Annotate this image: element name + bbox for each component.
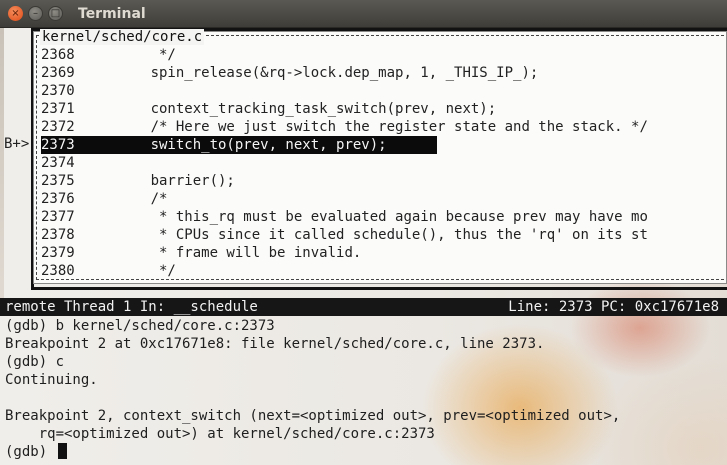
line-code: /* — [74, 191, 168, 207]
line-code: * this_rq must be evaluated again becaus… — [74, 209, 648, 225]
line-number: 2373 — [41, 137, 75, 153]
line-number: 2380 — [41, 263, 75, 279]
line-code: spin_release(&rq->lock.dep_map, 1, _THIS… — [74, 65, 539, 81]
console-line: (gdb) c — [5, 354, 65, 370]
line-number: 2368 — [41, 47, 75, 63]
close-icon[interactable]: × — [8, 6, 23, 21]
line-code: */ — [74, 263, 176, 279]
source-line: 2379 * frame will be invalid. — [41, 244, 727, 262]
console-line: Breakpoint 2, context_switch (next=<opti… — [5, 408, 621, 424]
source-line: 2374 — [41, 154, 727, 172]
terminal-area[interactable]: kernel/sched/core.c B+> 2368 */ 2369 spi… — [0, 28, 727, 465]
source-filename: kernel/sched/core.c — [40, 29, 205, 45]
maximize-icon[interactable]: □ — [48, 6, 63, 21]
source-line: 2372 /* Here we just switch the register… — [41, 118, 727, 136]
current-source-line: 2373 switch_to(prev, next, prev); — [41, 136, 437, 154]
background-strip — [0, 28, 4, 308]
source-line: 2376 /* — [41, 190, 727, 208]
console-prompt-line[interactable]: (gdb) — [5, 443, 67, 461]
line-code: barrier(); — [74, 173, 235, 189]
console-line: Breakpoint 2 at 0xc17671e8: file kernel/… — [5, 336, 545, 352]
line-number: 2372 — [41, 119, 75, 135]
source-line: 2369 spin_release(&rq->lock.dep_map, 1, … — [41, 64, 727, 82]
line-number: 2377 — [41, 209, 75, 225]
line-number: 2379 — [41, 245, 75, 261]
line-code: * CPUs since it called schedule(), thus … — [74, 227, 648, 243]
status-position: Line: 2373 PC: 0xc17671e8 — [508, 299, 719, 315]
source-line: 2375 barrier(); — [41, 172, 727, 190]
status-bar: remote Thread 1 In: __schedule Line: 237… — [0, 298, 727, 316]
line-code: context_tracking_task_switch(prev, next)… — [74, 101, 497, 117]
line-code: */ — [74, 47, 176, 63]
line-code: /* Here we just switch the register stat… — [74, 119, 648, 135]
console-line: (gdb) b kernel/sched/core.c:2373 — [5, 318, 275, 334]
line-number: 2371 — [41, 101, 75, 117]
line-number: 2376 — [41, 191, 75, 207]
console-line: rq=<optimized out>) at kernel/sched/core… — [5, 426, 435, 442]
status-thread: remote Thread 1 In: __schedule — [5, 299, 258, 315]
window-title: Terminal — [78, 5, 146, 22]
breakpoint-marker: B+> — [4, 136, 30, 152]
title-bar: × – □ Terminal — [0, 0, 727, 28]
line-number: 2369 — [41, 65, 75, 81]
line-number: 2370 — [41, 83, 75, 99]
minimize-icon[interactable]: – — [28, 6, 43, 21]
line-number: 2374 — [41, 155, 75, 171]
source-line: 2370 — [41, 82, 727, 100]
text-cursor — [57, 443, 67, 459]
line-number: 2378 — [41, 227, 75, 243]
source-line: 2371 context_tracking_task_switch(prev, … — [41, 100, 727, 118]
gdb-prompt: (gdb) — [5, 444, 56, 460]
console-line: Continuing. — [5, 372, 98, 388]
source-line: 2380 */ — [41, 262, 727, 280]
source-line: 2377 * this_rq must be evaluated again b… — [41, 208, 727, 226]
line-code: switch_to(prev, next, prev); — [74, 137, 387, 153]
line-code: * frame will be invalid. — [74, 245, 362, 261]
line-number: 2375 — [41, 173, 75, 189]
source-line: 2368 */ — [41, 46, 727, 64]
source-line: 2378 * CPUs since it called schedule(), … — [41, 226, 727, 244]
